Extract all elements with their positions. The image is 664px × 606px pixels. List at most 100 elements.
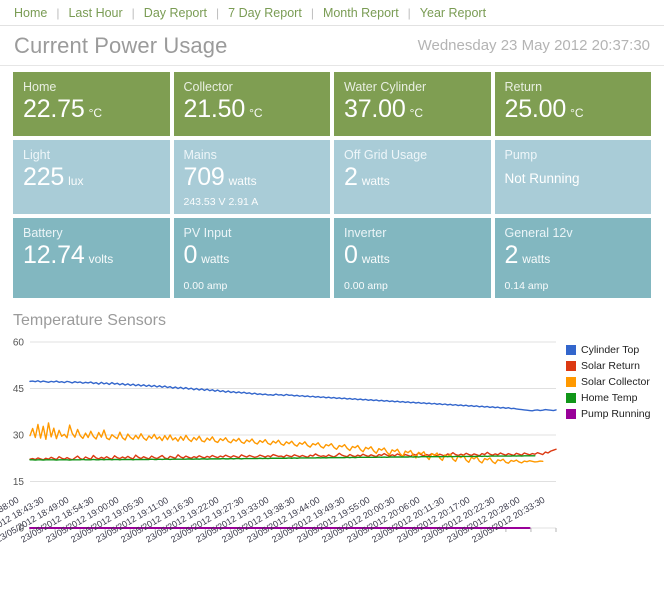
tile-label: Battery [23,226,160,240]
metric-tile-off-grid-usage: Off Grid Usage2 watts [334,140,491,214]
tile-value-line: 0 watts [344,241,481,270]
tile-label: Inverter [344,226,481,240]
nav-item-year-report[interactable]: Year Report [420,6,486,20]
tile-unit: volts [89,252,114,266]
legend-item[interactable]: Solar Collector [566,375,664,390]
metric-tile-general-12v: General 12v2watts 0.14 amp [495,218,652,298]
chart-area: 015304560 Cylinder TopSolar ReturnSolar … [0,334,664,582]
tile-label: Collector [184,80,321,94]
nav-item-home[interactable]: Home [14,6,47,20]
tile-unit: watts [229,174,257,188]
tile-row: Home22.75°CCollector21.50°CWater Cylinde… [13,72,651,136]
y-axis-tick-label: 45 [13,384,25,395]
nav-separator: | [408,6,411,20]
metric-tile-battery: Battery12.74 volts [13,218,170,298]
metric-tile-pump: Pump Not Running [495,140,652,214]
tile-value: 25.00 [505,95,567,124]
nav-separator: | [56,6,59,20]
current-datetime: Wednesday 23 May 2012 20:37:30 [418,37,650,54]
tile-unit: watts [362,174,390,188]
tile-unit: °C [570,106,583,120]
temperature-chart-block: Temperature Sensors 015304560 Cylinder T… [0,302,664,582]
tile-value-line: 37.00 °C [344,95,481,124]
tile-value-line: 709 watts [184,163,321,192]
tile-unit: watts [522,252,550,266]
tile-label: Return [505,80,642,94]
legend-color-swatch-icon [566,361,576,371]
metric-tile-home: Home22.75 °C [13,72,170,136]
metric-tile-mains: Mains709 watts 243.53 V 2.91 A [174,140,331,214]
tile-label: Mains [184,148,321,162]
nav-item-last-hour[interactable]: Last Hour [68,6,122,20]
tile-value-line: 2watts [505,241,642,270]
legend-label: Home Temp [581,392,637,404]
tile-label: Water Cylinder [344,80,481,94]
tile-subvalue: 243.53 V 2.91 A [184,196,259,208]
legend-label: Solar Return [581,360,640,372]
metric-tile-light: Light225 lux [13,140,170,214]
tile-value: 225 [23,163,64,192]
tile-value: 12.74 [23,241,85,270]
tile-value-line: 25.00°C [505,95,642,124]
nav-separator: | [216,6,219,20]
metrics-tile-grid: Home22.75°CCollector21.50°CWater Cylinde… [0,66,664,298]
nav-item-day-report[interactable]: Day Report [144,6,207,20]
metric-tile-water-cylinder: Water Cylinder37.00 °C [334,72,491,136]
tile-value: 709 [184,163,225,192]
tile-value: 2 [505,241,519,270]
tile-row: Battery12.74 volts PV Input0watts0.00 amp I… [13,218,651,298]
app-root: Home | Last Hour | Day Report | 7 Day Report | M… [0,0,664,606]
tile-subvalue: 0.14 amp [505,280,549,292]
metric-tile-inverter: Inverter0watts0.00 amp [334,218,491,298]
page-header: Current Power Usage Wednesday 23 May 201… [0,26,664,66]
tile-value-line: 22.75 °C [23,95,160,124]
tile-value: 0 [184,241,198,270]
tile-unit: °C [410,106,423,120]
legend-item[interactable]: Solar Return [566,359,664,374]
legend-color-swatch-icon [566,393,576,403]
tile-unit: watts [201,252,229,266]
tile-value: 22.75 [23,95,85,124]
tile-row: Light225 lux Mains709 watts 243.53 V 2.91 A O… [13,140,651,214]
nav-item-7-day-report[interactable]: 7 Day Report [228,6,302,20]
tile-value-line: 21.50°C [184,95,321,124]
tile-value-line: 0watts [184,241,321,270]
main-navigation: Home | Last Hour | Day Report | 7 Day Report | M… [0,0,664,26]
nav-separator: | [311,6,314,20]
metric-tile-return: Return25.00°C [495,72,652,136]
tile-label: General 12v [505,226,642,240]
legend-label: Cylinder Top [581,344,639,356]
legend-item[interactable]: Pump Running [566,407,664,422]
tile-unit: °C [89,106,102,120]
tile-unit: watts [362,252,390,266]
y-axis-tick-label: 60 [13,338,25,349]
chart-x-axis-labels: 23/05/2012 18:38:0023/05/2012 18:43:3023… [0,530,664,600]
tile-value: 37.00 [344,95,406,124]
tile-value: 21.50 [184,95,246,124]
tile-label: Off Grid Usage [344,148,481,162]
tile-value-line: 2 watts [344,163,481,192]
metric-tile-pv-input: PV Input0watts0.00 amp [174,218,331,298]
legend-item[interactable]: Cylinder Top [566,343,664,358]
legend-label: Solar Collector [581,376,650,388]
tile-label: Light [23,148,160,162]
tile-unit: lux [68,174,83,188]
metric-tile-collector: Collector21.50°C [174,72,331,136]
legend-color-swatch-icon [566,345,576,355]
tile-status-text: Not Running [505,165,642,193]
nav-separator: | [132,6,135,20]
tile-label: Pump [505,148,642,162]
chart-title: Temperature Sensors [13,312,664,330]
tile-value: 2 [344,163,358,192]
nav-item-month-report[interactable]: Month Report [323,6,399,20]
tile-value: 0 [344,241,358,270]
legend-item[interactable]: Home Temp [566,391,664,406]
legend-color-swatch-icon [566,409,576,419]
chart-legend: Cylinder Top Solar Return Solar Collector H… [566,343,664,423]
tile-value-line: 225 lux [23,163,160,192]
tile-value-line: 12.74 volts [23,241,160,270]
tile-label: Home [23,80,160,94]
page-title: Current Power Usage [14,33,227,59]
tile-unit: °C [249,106,262,120]
y-axis-tick-label: 30 [13,431,25,442]
